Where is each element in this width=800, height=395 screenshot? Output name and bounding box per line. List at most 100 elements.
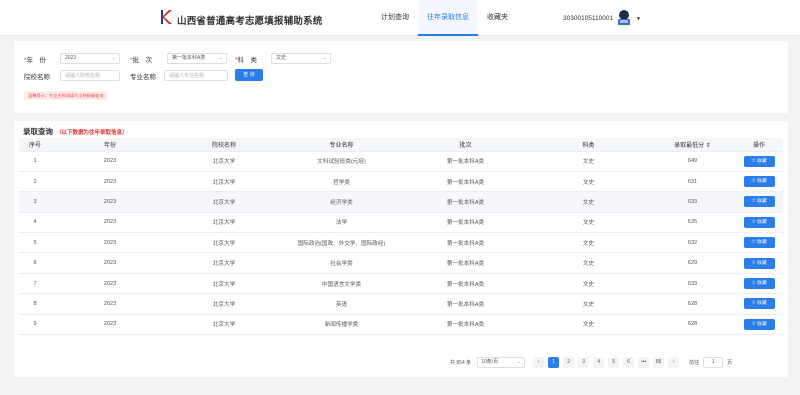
col-header-sortable[interactable]: 录取最低分 ⇕ — [650, 138, 735, 152]
row-subject: 文史 — [527, 151, 650, 172]
row-subject: 文史 — [527, 232, 650, 254]
admission-table: 序号 年份 院校名称 专业名称 批次 科类 录取最低分 ⇕ 操作 1 2023 北京… — [19, 138, 783, 336]
row-batch: 第一批本科A类 — [404, 212, 527, 234]
favorite-label: 收藏 — [757, 199, 767, 205]
school-name-input[interactable] — [60, 70, 120, 81]
star-icon: ☆ — [751, 198, 757, 205]
subject-label: *科 类 — [235, 57, 258, 64]
star-icon: ☆ — [751, 157, 757, 164]
nav-plan-query[interactable]: 计划查询 — [372, 0, 418, 36]
goto-page-input[interactable] — [703, 356, 724, 368]
table-row: 6 2023 北京大学 社会学类 第一批本科A类 文史 629 ☆收藏 — [19, 252, 783, 274]
page-button[interactable]: 6 — [623, 356, 635, 368]
table-row: 4 2023 北京大学 法学 第一批本科A类 文史 635 ☆收藏 — [19, 212, 783, 234]
row-min-score: 629 — [650, 252, 735, 274]
batch-select[interactable]: 第一批本科A类 ⌄ — [167, 53, 227, 64]
col-header: 操作 — [735, 138, 783, 152]
star-icon: ☆ — [751, 320, 757, 327]
row-subject: 文史 — [527, 191, 650, 213]
year-label: *年 份 — [24, 57, 47, 64]
row-min-score: 633 — [650, 273, 735, 295]
page-button[interactable]: 5 — [608, 356, 620, 368]
favorite-button[interactable]: ☆收藏 — [743, 278, 775, 290]
row-min-score: 635 — [650, 212, 735, 234]
favorite-button[interactable]: ☆收藏 — [743, 298, 775, 310]
favorite-button[interactable]: ☆收藏 — [743, 155, 775, 167]
row-year: 2023 — [51, 252, 169, 274]
table-row: 8 2023 北京大学 英语 第一批本科A类 文史 628 ☆收藏 — [19, 293, 783, 315]
row-year: 2023 — [51, 191, 169, 213]
star-icon: ☆ — [751, 218, 757, 225]
favorite-label: 收藏 — [757, 179, 767, 185]
row-major: 英语 — [279, 293, 404, 315]
favorite-label: 收藏 — [757, 158, 767, 164]
row-year: 2023 — [51, 212, 169, 234]
favorite-button[interactable]: ☆收藏 — [743, 196, 775, 208]
results-subtitle: （以下数据为往年录取信息） — [56, 130, 128, 136]
subject-select[interactable]: 文史 ⌄ — [271, 53, 331, 64]
top-header: 山西省普通高考志愿填报辅助系统 计划查询 往年录取信息 收藏夹 30300105… — [0, 0, 800, 36]
nav-favorites[interactable]: 收藏夹 — [478, 0, 517, 36]
major-name-input[interactable] — [164, 70, 228, 81]
row-year: 2023 — [51, 293, 169, 315]
row-major: 哲学类 — [279, 171, 404, 193]
year-select[interactable]: 2023 ⌄ — [60, 53, 120, 64]
favorite-label: 收藏 — [757, 321, 767, 327]
next-page-button[interactable]: › — [668, 356, 680, 368]
star-icon: ☆ — [751, 259, 757, 266]
row-index: 3 — [19, 191, 51, 213]
row-school: 北京大学 — [169, 191, 279, 213]
favorite-label: 收藏 — [757, 301, 767, 307]
row-school: 北京大学 — [169, 293, 279, 315]
row-major: 文科试验班类(元培) — [279, 151, 404, 172]
row-min-score: 628 — [650, 314, 735, 336]
row-min-score: 631 — [650, 171, 735, 193]
row-batch: 第一批本科A类 — [404, 314, 527, 336]
major-label: 专业名称 — [130, 74, 156, 81]
row-index: 6 — [19, 252, 51, 274]
prev-page-button[interactable]: ‹ — [533, 356, 545, 368]
page-button[interactable]: 1 — [548, 356, 560, 368]
avatar-icon[interactable] — [616, 9, 632, 27]
chevron-down-icon[interactable]: ▼ — [636, 16, 641, 22]
page-button[interactable]: 3 — [578, 356, 590, 368]
page-size-select[interactable]: 10条/页 ⌄ — [477, 356, 526, 368]
total-count: 共 854 条 — [450, 359, 472, 366]
table-row: 9 2023 北京大学 新闻传播学类 第一批本科A类 文史 628 ☆收藏 — [19, 314, 783, 336]
row-index: 4 — [19, 212, 51, 234]
favorite-label: 收藏 — [757, 240, 767, 246]
row-action: ☆收藏 — [735, 212, 783, 234]
favorite-button[interactable]: ☆收藏 — [743, 237, 775, 249]
row-action: ☆收藏 — [735, 232, 783, 254]
row-subject: 文史 — [527, 252, 650, 274]
row-action: ☆收藏 — [735, 191, 783, 213]
notice-text: 温馨提示：专业名称请填写全称精确查询 — [24, 91, 108, 100]
favorite-button[interactable]: ☆收藏 — [743, 216, 775, 228]
row-subject: 文史 — [527, 212, 650, 234]
favorite-button[interactable]: ☆收藏 — [743, 176, 775, 188]
more-pages-button[interactable]: ••• — [638, 356, 650, 368]
main-nav: 计划查询 往年录取信息 收藏夹 — [372, 0, 517, 36]
row-year: 2023 — [51, 314, 169, 336]
table-header-row: 序号 年份 院校名称 专业名称 批次 科类 录取最低分 ⇕ 操作 — [19, 138, 783, 152]
star-icon: ☆ — [751, 300, 757, 307]
page-button[interactable]: 4 — [593, 356, 605, 368]
nav-past-admissions[interactable]: 往年录取信息 — [418, 0, 478, 36]
app-title: 山西省普通高考志愿填报辅助系统 — [177, 16, 323, 27]
goto-label: 前往 — [689, 359, 700, 366]
page-button[interactable]: 2 — [563, 356, 575, 368]
favorite-label: 收藏 — [757, 281, 767, 287]
row-major: 经济学类 — [279, 191, 404, 213]
filter-panel: *年 份 2023⌄ *批 次 第一批本科A类⌄ *科 类 文史⌄ 院校名称 专… — [14, 41, 788, 113]
table-row: 2 2023 北京大学 哲学类 第一批本科A类 文史 631 ☆收藏 — [19, 171, 783, 193]
row-major: 中国语言文学类 — [279, 273, 404, 295]
row-batch: 第一批本科A类 — [404, 171, 527, 193]
page-button[interactable]: 86 — [653, 356, 665, 368]
search-button[interactable]: 查 询 — [235, 69, 263, 81]
row-batch: 第一批本科A类 — [404, 232, 527, 254]
col-header: 序号 — [19, 138, 51, 152]
star-icon: ☆ — [751, 280, 757, 287]
favorite-button[interactable]: ☆收藏 — [743, 318, 775, 330]
favorite-button[interactable]: ☆收藏 — [743, 257, 775, 269]
star-icon: ☆ — [751, 178, 757, 185]
